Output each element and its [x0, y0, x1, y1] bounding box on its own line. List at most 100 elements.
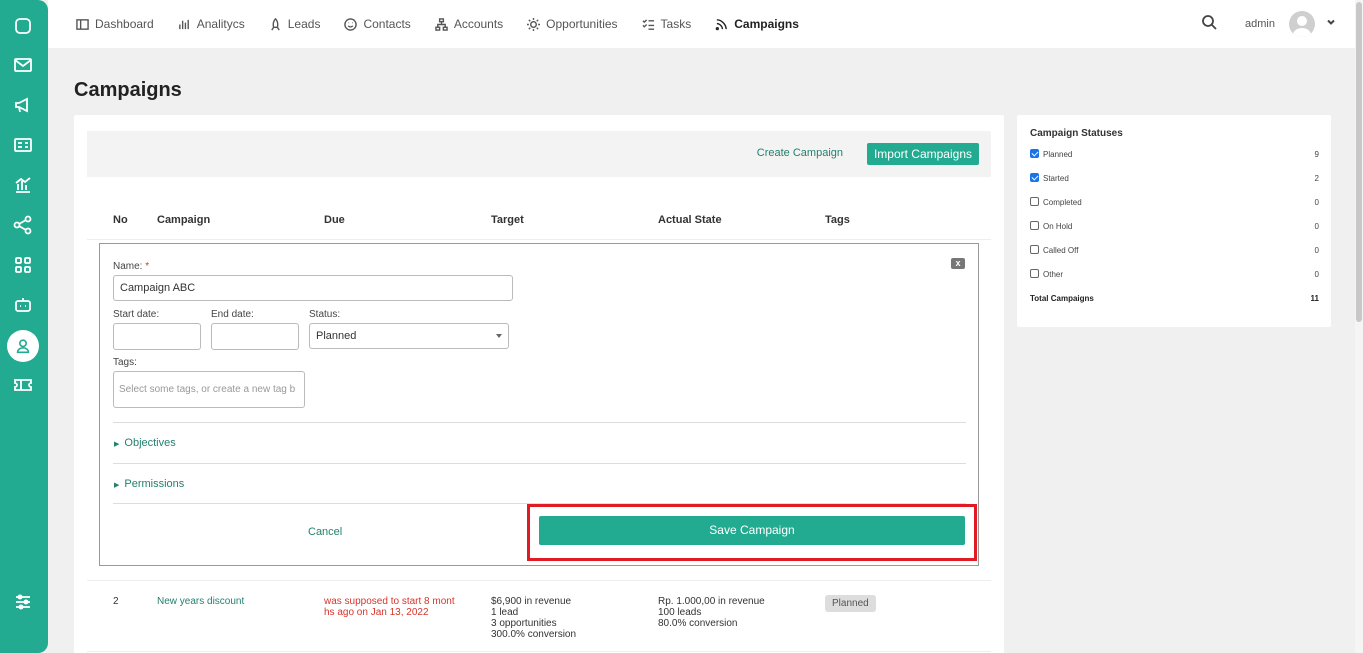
nav-campaigns-label: Campaigns: [734, 17, 799, 31]
header-no[interactable]: No: [113, 214, 128, 226]
import-campaigns-button[interactable]: Import Campaigns: [866, 143, 979, 165]
robot-icon[interactable]: [12, 294, 34, 316]
checkbox-started[interactable]: [1030, 173, 1039, 182]
avatar[interactable]: [1289, 11, 1315, 37]
status-filter-called-off[interactable]: Called Off 0: [1030, 244, 1319, 258]
status-label-started: Started: [1043, 174, 1069, 183]
campaigns-toolbar: Create Campaign Import Campaigns: [87, 131, 991, 177]
nav-opportunities-label: Opportunities: [546, 17, 618, 31]
chevron-down-icon[interactable]: [1315, 15, 1337, 33]
chart-icon[interactable]: [12, 174, 34, 196]
nav-analitycs-label: Analitycs: [196, 17, 245, 31]
nav-contacts[interactable]: Contacts: [344, 17, 411, 31]
total-campaigns-count: 11: [1310, 294, 1319, 303]
statuses-title: Campaign Statuses: [1030, 128, 1123, 139]
divider: [113, 422, 966, 423]
row-due: was supposed to start 8 mont hs ago on J…: [324, 596, 464, 618]
campaigns-panel: Create Campaign Import Campaigns No Camp…: [74, 115, 1004, 653]
row-target: $6,900 in revenue 1 lead 3 opportunities…: [491, 596, 576, 640]
end-date-label: End date:: [211, 309, 254, 320]
checkbox-planned[interactable]: [1030, 149, 1039, 158]
status-label-completed: Completed: [1043, 198, 1082, 207]
nav-dashboard[interactable]: Dashboard: [76, 17, 154, 31]
ticket-icon[interactable]: [12, 374, 34, 396]
sliders-icon[interactable]: [12, 591, 34, 613]
nav-leads-label: Leads: [287, 17, 321, 31]
highlight-box: [527, 504, 977, 561]
rss-icon: [715, 18, 728, 30]
nav-campaigns[interactable]: Campaigns: [715, 17, 799, 31]
actual-leads: 100 leads: [658, 607, 702, 618]
page-scrollbar[interactable]: [1355, 0, 1363, 653]
status-badge: Planned: [825, 595, 876, 612]
status-label-planned: Planned: [1043, 150, 1073, 159]
user-check-icon[interactable]: [7, 330, 39, 362]
permissions-label: Permissions: [124, 478, 185, 490]
nav-accounts[interactable]: Accounts: [435, 17, 503, 31]
status-filter-other[interactable]: Other 0: [1030, 268, 1319, 282]
chat-icon[interactable]: [12, 15, 34, 37]
row-no: 2: [113, 596, 119, 607]
checkbox-other[interactable]: [1030, 269, 1039, 278]
mail-icon[interactable]: [12, 54, 34, 76]
header-due[interactable]: Due: [324, 214, 345, 226]
status-select[interactable]: Planned: [309, 323, 509, 349]
name-label: Name: *: [113, 261, 149, 272]
campaign-name-input[interactable]: Campaign ABC: [113, 275, 513, 301]
tags-input[interactable]: Select some tags, or create a new tag b: [113, 371, 305, 408]
header-tags[interactable]: Tags: [825, 214, 850, 226]
nav-accounts-label: Accounts: [453, 17, 504, 31]
nav-dashboard-label: Dashboard: [95, 17, 154, 31]
end-date-input[interactable]: [211, 323, 299, 350]
nav-leads[interactable]: Leads: [269, 17, 321, 31]
status-filter-on-hold[interactable]: On Hold 0: [1030, 220, 1319, 234]
checkbox-completed[interactable]: [1030, 197, 1039, 206]
checklist-icon: [641, 18, 654, 30]
total-campaigns-label: Total Campaigns: [1030, 294, 1094, 303]
header-target[interactable]: Target: [491, 214, 524, 226]
id-card-icon[interactable]: [12, 134, 34, 156]
table-row[interactable]: 2 New years discount was supposed to sta…: [87, 580, 991, 652]
status-label-on-hold: On Hold: [1043, 222, 1073, 231]
grid-icon[interactable]: [12, 254, 34, 276]
nav-opportunities[interactable]: Opportunities: [527, 17, 618, 31]
create-campaign-link[interactable]: Create Campaign: [757, 147, 843, 159]
share-icon[interactable]: [12, 214, 34, 236]
megaphone-icon[interactable]: [12, 94, 34, 116]
actual-conversion: 80.0% conversion: [658, 618, 738, 629]
total-campaigns-row: Total Campaigns 11: [1030, 292, 1319, 306]
table-header: No Campaign Due Target Actual State Tags: [87, 208, 991, 240]
permissions-toggle[interactable]: ▶ Permissions: [114, 478, 184, 490]
status-label-called-off: Called Off: [1043, 246, 1079, 255]
status-filter-completed[interactable]: Completed 0: [1030, 196, 1319, 210]
header-actual-state[interactable]: Actual State: [658, 214, 722, 226]
start-date-input[interactable]: [113, 323, 201, 350]
status-select-value: Planned: [316, 330, 357, 342]
status-count-called-off: 0: [1314, 246, 1319, 255]
objectives-toggle[interactable]: ▶ Objectives: [114, 437, 176, 449]
close-form-button[interactable]: x: [951, 258, 965, 269]
sidebar: [0, 0, 48, 653]
actual-revenue: Rp. 1.000,00 in revenue: [658, 596, 765, 607]
cancel-button[interactable]: Cancel: [308, 526, 342, 538]
scrollbar-thumb[interactable]: [1356, 2, 1362, 322]
search-icon[interactable]: [1201, 14, 1217, 35]
row-due-line1: was supposed to start 8 mont: [324, 596, 455, 607]
caret-right-icon: ▶: [114, 482, 120, 489]
top-navbar: Dashboard Analitycs Leads Contacts Accou…: [48, 0, 1355, 48]
checkbox-on-hold[interactable]: [1030, 221, 1039, 230]
nav-tasks[interactable]: Tasks: [641, 17, 691, 31]
required-mark: *: [145, 261, 150, 272]
status-filter-started[interactable]: Started 2: [1030, 172, 1319, 186]
header-campaign[interactable]: Campaign: [157, 214, 210, 226]
nav-analitycs[interactable]: Analitycs: [178, 17, 245, 31]
sun-icon: [527, 17, 541, 31]
row-campaign-link[interactable]: New years discount: [157, 596, 244, 607]
row-actual-state: Rp. 1.000,00 in revenue 100 leads 80.0% …: [658, 596, 765, 629]
username[interactable]: admin: [1245, 18, 1275, 30]
status-filter-planned[interactable]: Planned 9: [1030, 148, 1319, 162]
caret-right-icon: ▶: [114, 441, 120, 448]
checkbox-called-off[interactable]: [1030, 245, 1039, 254]
name-label-text: Name:: [113, 261, 143, 272]
status-count-completed: 0: [1314, 198, 1319, 207]
